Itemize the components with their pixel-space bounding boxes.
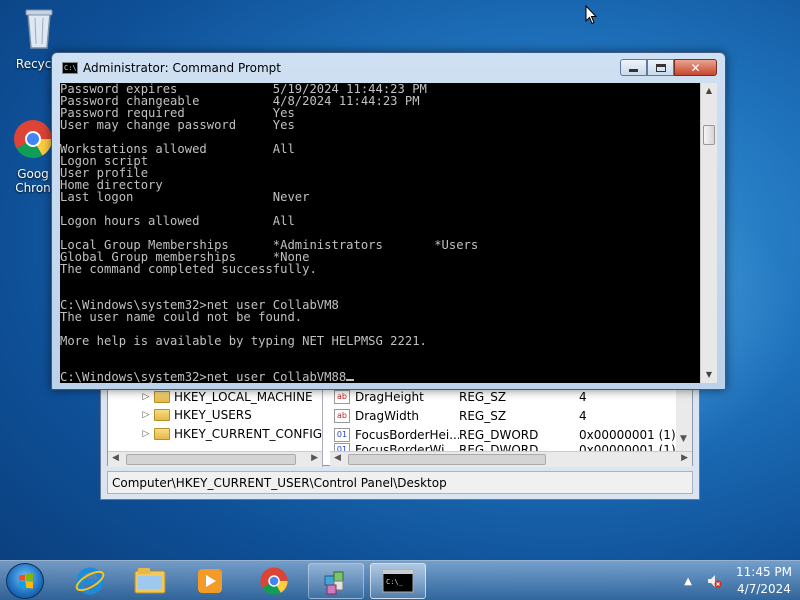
tree-item-hkey-current-config[interactable]: ▷ HKEY_CURRENT_CONFIG bbox=[138, 424, 322, 444]
tree-item-hkey-users[interactable]: ▷ HKEY_USERS bbox=[138, 405, 252, 425]
mouse-pointer-icon bbox=[585, 5, 597, 25]
taskbar-google-chrome[interactable] bbox=[246, 563, 302, 599]
status-bar: Computer\HKEY_CURRENT_USER\Control Panel… bbox=[107, 471, 693, 494]
chrome-icon bbox=[260, 567, 288, 595]
taskbar-command-prompt[interactable]: C:\_ bbox=[370, 563, 426, 599]
value-type: REG_SZ bbox=[459, 408, 507, 423]
cmd-app-icon[interactable]: C:\ bbox=[62, 62, 78, 74]
window-controls: ✕ bbox=[620, 59, 717, 76]
folder-icon bbox=[154, 391, 170, 403]
scroll-down-arrow-icon[interactable]: ▼ bbox=[701, 367, 717, 383]
tree-item-label: HKEY_LOCAL_MACHINE bbox=[174, 390, 313, 404]
window-title: Administrator: Command Prompt bbox=[83, 61, 281, 75]
text-cursor bbox=[346, 379, 355, 381]
registry-editor-icon bbox=[324, 571, 344, 595]
title-bar[interactable]: C:\ Administrator: Command Prompt ✕ bbox=[52, 53, 725, 83]
scroll-right-arrow-icon[interactable]: ▶ bbox=[681, 453, 688, 463]
prompt-text: C:\Windows\system32>net user CollabVM88 bbox=[60, 370, 347, 383]
clock-time: 11:45 PM bbox=[736, 565, 792, 579]
svg-text:C:\_: C:\_ bbox=[386, 578, 404, 586]
scroll-right-arrow-icon[interactable]: ▶ bbox=[311, 453, 318, 463]
dword-value-icon: 01 bbox=[334, 427, 350, 442]
folder-icon bbox=[154, 428, 170, 440]
taskbar-windows-explorer[interactable] bbox=[122, 563, 178, 599]
scroll-down-arrow-icon[interactable]: ▼ bbox=[680, 434, 687, 444]
taskbar-internet-explorer[interactable] bbox=[62, 563, 118, 599]
console-prompt-line[interactable]: C:\Windows\system32>net user CollabVM88 bbox=[60, 371, 700, 383]
value-name: FocusBorderHei... bbox=[355, 427, 459, 442]
folder-icon bbox=[154, 409, 170, 421]
maximize-button[interactable] bbox=[647, 59, 674, 76]
minimize-icon bbox=[629, 69, 638, 72]
start-button[interactable] bbox=[6, 563, 44, 599]
console-line: Logon script bbox=[60, 154, 149, 168]
console-line: The command completed successfully. bbox=[60, 262, 317, 276]
value-name: DragHeight bbox=[355, 389, 424, 404]
volume-muted-icon[interactable] bbox=[706, 573, 722, 589]
command-prompt-window[interactable]: C:\ Administrator: Command Prompt ✕ Pass… bbox=[51, 52, 726, 390]
tree-horizontal-scrollbar[interactable]: ◀ ▶ bbox=[108, 451, 322, 467]
system-tray: ▲ 11:45 PM 4/7/2024 bbox=[684, 561, 792, 600]
maximize-icon bbox=[655, 63, 666, 72]
console-line: User may change password Yes bbox=[60, 118, 295, 132]
command-prompt-icon: C:\_ bbox=[382, 569, 414, 593]
string-value-icon: ab bbox=[334, 408, 350, 423]
windows-logo-icon bbox=[19, 573, 33, 589]
expand-arrow-icon[interactable]: ▷ bbox=[138, 410, 154, 420]
console-line: Workstations allowed All bbox=[60, 142, 295, 156]
value-row[interactable]: ab DragWidth REG_SZ 4 bbox=[330, 406, 692, 425]
scroll-thumb[interactable] bbox=[348, 454, 546, 465]
internet-explorer-icon bbox=[75, 567, 105, 595]
tree-item-hkey-local-machine[interactable]: ▷ HKEY_LOCAL_MACHINE bbox=[138, 387, 313, 407]
scroll-left-arrow-icon[interactable]: ◀ bbox=[112, 453, 119, 463]
close-icon: ✕ bbox=[690, 60, 701, 75]
value-row[interactable]: 01 FocusBorderHei... REG_DWORD 0x0000000… bbox=[330, 425, 692, 444]
scroll-left-arrow-icon[interactable]: ◀ bbox=[334, 453, 341, 463]
console-line: More help is available by typing NET HEL… bbox=[60, 334, 427, 348]
minimize-button[interactable] bbox=[620, 59, 647, 76]
scroll-thumb[interactable] bbox=[703, 125, 715, 145]
folder-icon bbox=[134, 568, 166, 594]
console-line: Logon hours allowed All bbox=[60, 214, 295, 228]
scroll-up-arrow-icon[interactable]: ▲ bbox=[701, 83, 717, 99]
chrome-icon bbox=[14, 120, 53, 159]
value-type: REG_DWORD bbox=[459, 427, 539, 442]
tree-item-label: HKEY_CURRENT_CONFIG bbox=[174, 427, 323, 441]
console-line: The user name could not be found. bbox=[60, 310, 303, 324]
value-name: DragWidth bbox=[355, 408, 420, 423]
console-area[interactable]: Password expires 5/19/2024 11:44:23 PM Pa… bbox=[60, 83, 700, 383]
taskbar-media-player[interactable] bbox=[182, 563, 238, 599]
close-button[interactable]: ✕ bbox=[674, 59, 717, 76]
expand-arrow-icon[interactable]: ▷ bbox=[138, 392, 154, 402]
string-value-icon: ab bbox=[334, 389, 350, 404]
recycle-bin-icon bbox=[25, 9, 53, 49]
media-player-icon bbox=[198, 569, 222, 593]
console-output: Password expires 5/19/2024 11:44:23 PM Pa… bbox=[60, 83, 700, 383]
console-vertical-scrollbar[interactable]: ▲ ▼ bbox=[700, 83, 717, 383]
taskbar: C:\_ ▲ 11:45 PM 4/7/2024 bbox=[0, 560, 800, 600]
scroll-thumb[interactable] bbox=[126, 454, 296, 465]
tree-item-label: HKEY_USERS bbox=[174, 408, 252, 422]
value-type: REG_SZ bbox=[459, 389, 507, 404]
show-hidden-icons-icon[interactable]: ▲ bbox=[684, 576, 692, 587]
console-line: Last logon Never bbox=[60, 190, 310, 204]
clock-date: 4/7/2024 bbox=[737, 582, 791, 596]
clock[interactable]: 11:45 PM 4/7/2024 bbox=[736, 564, 792, 598]
values-horizontal-scrollbar[interactable]: ◀ ▶ bbox=[330, 451, 692, 467]
taskbar-registry-editor[interactable] bbox=[308, 563, 364, 599]
expand-arrow-icon[interactable]: ▷ bbox=[138, 429, 154, 439]
